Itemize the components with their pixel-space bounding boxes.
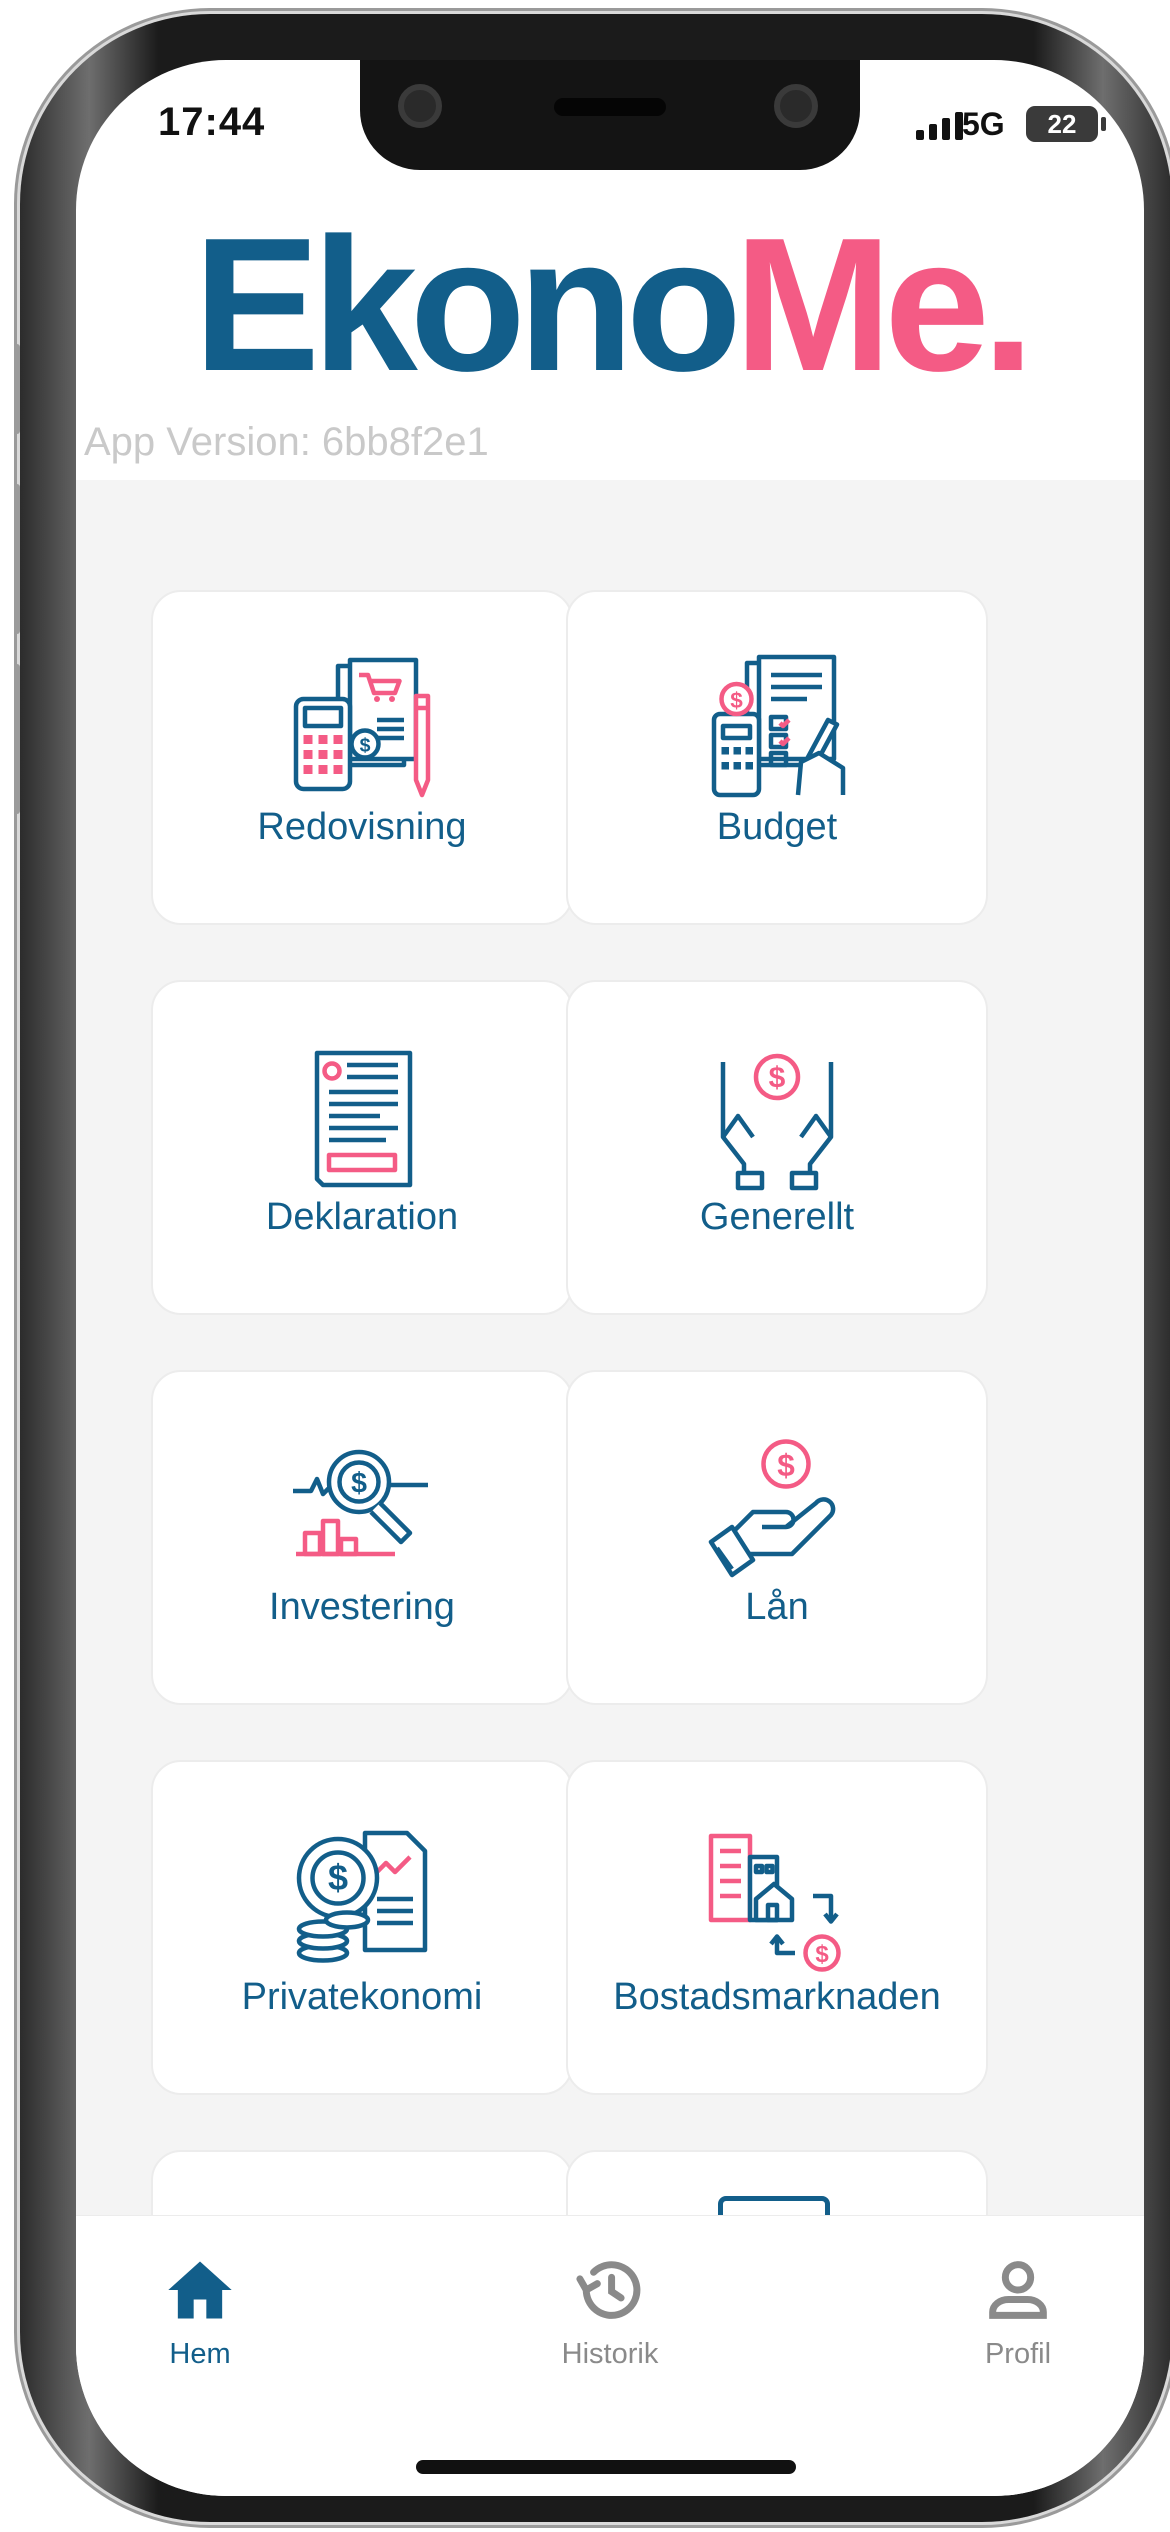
- card-label: Investering: [269, 1586, 455, 1628]
- svg-text:$: $: [360, 735, 371, 757]
- card-partial-left[interactable]: [151, 2150, 573, 2215]
- accounting-icon: $: [293, 657, 431, 798]
- investment-search-icon: $: [293, 1449, 428, 1557]
- card-label: Deklaration: [265, 1196, 459, 1238]
- tab-profil[interactable]: Profil: [908, 2252, 1128, 2371]
- card-investering[interactable]: $ Investering: [151, 1370, 573, 1705]
- card-label: Privatekonomi: [241, 1976, 483, 2018]
- category-grid: $ Redovisning $ Budget Deklaration $ Gen…: [76, 480, 1144, 2215]
- svg-text:$: $: [730, 688, 743, 713]
- app-screen: 17:44 5G 22 EkonoMe. App Version: 6bb8f2…: [76, 60, 1144, 2496]
- logo-part-ekono: Ekono: [193, 199, 742, 411]
- hands-money-icon: $: [720, 1053, 834, 1191]
- tab-label: Profil: [984, 2338, 1052, 2370]
- personal-finance-icon: $: [296, 1830, 428, 1963]
- profile-icon: [989, 2261, 1047, 2319]
- logo-part-me: Me.: [733, 199, 1035, 411]
- card-label: Budget: [716, 806, 838, 848]
- app-version: App Version: 6bb8f2e1: [84, 420, 489, 464]
- home-indicator[interactable]: [416, 2460, 796, 2474]
- card-budget[interactable]: $ Budget: [566, 590, 988, 925]
- card-label: Redovisning: [257, 806, 467, 848]
- notch: [360, 60, 860, 170]
- tax-declaration-icon: [314, 1050, 413, 1188]
- svg-text:$: $: [815, 1941, 829, 1968]
- network-type: 5G: [962, 106, 1005, 142]
- home-icon: [168, 2261, 232, 2319]
- card-deklaration[interactable]: Deklaration: [151, 980, 573, 1315]
- tab-label: Historik: [561, 2338, 659, 2370]
- loan-hand-icon: $: [708, 1439, 836, 1578]
- volume-up-button: [14, 484, 20, 634]
- card-bostadsmarknaden[interactable]: $ Bostadsmarknaden: [566, 1760, 988, 2095]
- card-partial-right[interactable]: [566, 2150, 988, 2215]
- housing-market-icon: $: [708, 1833, 841, 1972]
- battery-icon: 22: [1026, 106, 1106, 142]
- card-label: Lån: [745, 1586, 809, 1628]
- volume-down-button: [14, 664, 20, 814]
- battery-level: 22: [1047, 109, 1077, 139]
- silent-switch: [14, 344, 20, 434]
- tab-historik[interactable]: Historik: [500, 2252, 720, 2371]
- card-generellt[interactable]: $ Generellt: [566, 980, 988, 1315]
- status-bar: 17:44 5G 22: [76, 60, 1144, 210]
- card-label: Generellt: [699, 1196, 855, 1238]
- svg-text:$: $: [351, 1468, 367, 1500]
- card-redovisning[interactable]: $ Redovisning: [151, 590, 573, 925]
- tab-label: Hem: [169, 2338, 231, 2370]
- signal-icon: [916, 112, 963, 140]
- tab-hem[interactable]: Hem: [90, 2252, 310, 2371]
- history-icon: [576, 2261, 641, 2319]
- face-id-sensor: [774, 84, 818, 128]
- svg-text:$: $: [328, 1857, 348, 1898]
- card-label: Bostadsmarknaden: [613, 1976, 941, 2018]
- partial-card-icon: [718, 2196, 830, 2215]
- earpiece-speaker: [554, 98, 666, 116]
- tab-bar: Hem Historik Profil: [76, 2215, 1144, 2496]
- card-lan[interactable]: $ Lån: [566, 1370, 988, 1705]
- budget-icon: $: [711, 654, 846, 798]
- phone-frame: 17:44 5G 22 EkonoMe. App Version: 6bb8f2…: [14, 14, 1170, 2522]
- app-logo: EkonoMe.: [76, 210, 1144, 400]
- svg-text:$: $: [769, 1062, 786, 1095]
- front-camera: [398, 84, 442, 128]
- card-privatekonomi[interactable]: $ Privatekonomi: [151, 1760, 573, 2095]
- svg-text:$: $: [777, 1447, 795, 1483]
- status-time: 17:44: [158, 100, 266, 144]
